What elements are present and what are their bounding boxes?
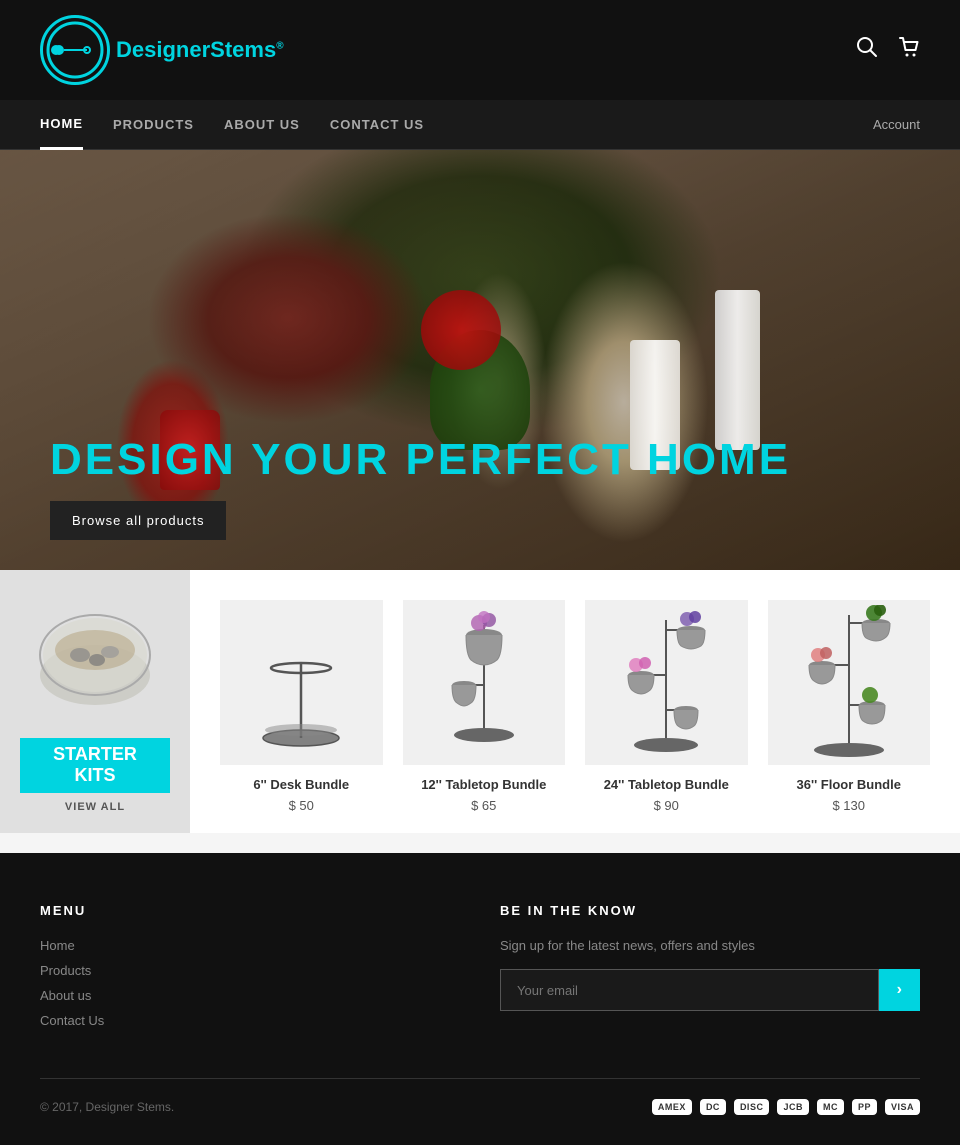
nav-item-contact[interactable]: CONTACT US (330, 101, 424, 148)
floor-36-svg (794, 605, 904, 760)
logo-icon (45, 20, 105, 80)
footer-link-contact[interactable]: Contact Us (40, 1013, 460, 1028)
header: DesignerStems® (0, 0, 960, 100)
product-card-tabletop-12[interactable]: 12'' Tabletop Bundle $ 65 (393, 590, 576, 823)
tabletop-24-svg (611, 605, 721, 760)
footer-newsletter: BE IN THE KNOW Sign up for the latest ne… (500, 903, 920, 1038)
newsletter-description: Sign up for the latest news, offers and … (500, 938, 920, 953)
payment-icon-mastercard: MC (817, 1099, 844, 1115)
product-price-floor-36: $ 130 (768, 798, 931, 813)
newsletter-email-input[interactable] (500, 969, 879, 1011)
footer-link-about[interactable]: About us (40, 988, 460, 1003)
product-name-tabletop-24: 24'' Tabletop Bundle (585, 777, 748, 792)
footer-menu: MENU Home Products About us Contact Us (40, 903, 460, 1038)
logo-trademark: ® (276, 41, 283, 52)
footer-top: MENU Home Products About us Contact Us B… (40, 903, 920, 1038)
products-section: STARTER KITS VIEW ALL 6'' Desk Bundle $ … (0, 570, 960, 853)
logo-text: DesignerStems® (116, 37, 284, 63)
footer-link-home[interactable]: Home (40, 938, 460, 953)
product-name-floor-36: 36'' Floor Bundle (768, 777, 931, 792)
logo-circle (40, 15, 110, 85)
footer-menu-title: MENU (40, 903, 460, 918)
nav-links: HOME PRODUCTS ABOUT US CONTACT US (40, 100, 424, 150)
product-price-tabletop-12: $ 65 (403, 798, 566, 813)
product-name-desk-bundle: 6'' Desk Bundle (220, 777, 383, 792)
hero-flowers (421, 290, 501, 370)
starter-kits-label-line1: STARTER (53, 744, 137, 764)
search-icon[interactable] (856, 36, 878, 64)
cart-icon[interactable] (898, 36, 920, 64)
payment-icon-jcb: JCB (777, 1099, 809, 1115)
nav-item-about[interactable]: ABOUT US (224, 101, 300, 148)
tabletop-12-svg (429, 605, 539, 760)
logo-text-part1: Designer (116, 37, 210, 62)
account-link[interactable]: Account (873, 117, 920, 132)
newsletter-title: BE IN THE KNOW (500, 903, 920, 918)
hero-section: DESIGN YOUR PERFECT HOME Browse all prod… (0, 150, 960, 570)
newsletter-submit-button[interactable]: › (879, 969, 920, 1011)
bowl-svg (35, 600, 155, 720)
hero-overlay: DESIGN YOUR PERFECT HOME Browse all prod… (0, 405, 960, 570)
payment-icon-amex: AMEX (652, 1099, 692, 1115)
product-card-tabletop-24[interactable]: 24'' Tabletop Bundle $ 90 (575, 590, 758, 823)
payment-icon-discover: DISC (734, 1099, 770, 1115)
browse-products-button[interactable]: Browse all products (50, 501, 226, 540)
product-price-desk-bundle: $ 50 (220, 798, 383, 813)
product-name-tabletop-12: 12'' Tabletop Bundle (403, 777, 566, 792)
logo[interactable]: DesignerStems® (40, 15, 284, 85)
payment-icon-diners: DC (700, 1099, 726, 1115)
hero-title: DESIGN YOUR PERFECT HOME (50, 435, 910, 485)
footer-link-products[interactable]: Products (40, 963, 460, 978)
nav-item-home[interactable]: HOME (40, 100, 83, 150)
footer-bottom: © 2017, Designer Stems. AMEX DC DISC JCB… (40, 1078, 920, 1115)
product-image-desk-bundle (220, 600, 383, 765)
payment-icon-paypal: PP (852, 1099, 877, 1115)
copyright: © 2017, Designer Stems. (40, 1100, 174, 1114)
product-price-tabletop-24: $ 90 (585, 798, 748, 813)
desk-bundle-svg (251, 608, 351, 758)
newsletter-form: › (500, 969, 920, 1011)
product-image-tabletop-12 (403, 600, 566, 765)
product-cards: 6'' Desk Bundle $ 50 (190, 570, 960, 833)
logo-text-part2: Stems (210, 37, 276, 62)
navigation: HOME PRODUCTS ABOUT US CONTACT US Accoun… (0, 100, 960, 150)
footer: MENU Home Products About us Contact Us B… (0, 853, 960, 1145)
product-image-tabletop-24 (585, 600, 748, 765)
header-icons (856, 36, 920, 64)
starter-kits-label: STARTER KITS (20, 738, 170, 793)
product-image-floor-36 (768, 600, 931, 765)
starter-kits-card[interactable]: STARTER KITS VIEW ALL (0, 570, 190, 833)
payment-icons: AMEX DC DISC JCB MC PP VISA (652, 1099, 920, 1115)
payment-icon-visa: VISA (885, 1099, 920, 1115)
product-card-desk-bundle[interactable]: 6'' Desk Bundle $ 50 (210, 590, 393, 823)
product-card-floor-36[interactable]: 36'' Floor Bundle $ 130 (758, 590, 941, 823)
nav-item-products[interactable]: PRODUCTS (113, 101, 194, 148)
starter-kits-image (35, 600, 155, 720)
starter-kits-label-line2: KITS (74, 765, 115, 785)
view-all-button[interactable]: VIEW ALL (65, 801, 125, 813)
